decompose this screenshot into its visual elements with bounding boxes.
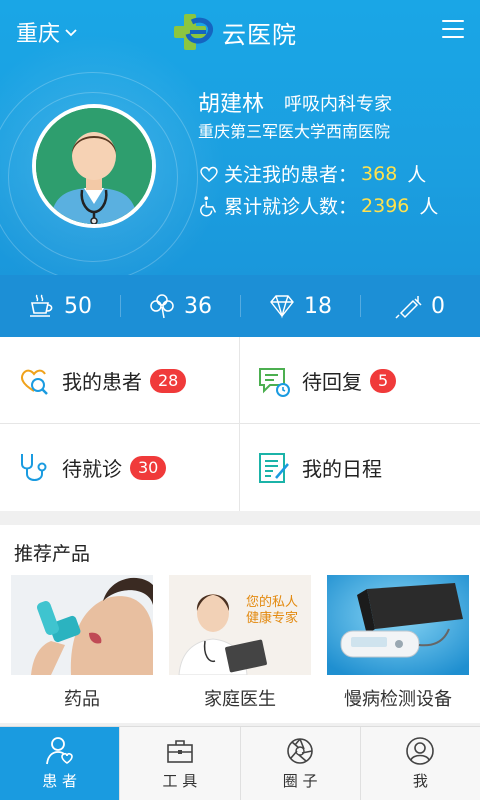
grid-divider	[0, 423, 480, 424]
followers-label: 关注我的患者：	[224, 164, 358, 186]
doctor-name: 胡建林	[198, 92, 265, 117]
device-image	[327, 575, 469, 675]
city-label: 重庆	[16, 22, 61, 47]
tab-patients[interactable]: 患 者	[0, 727, 120, 800]
my-schedule-label: 我的日程	[302, 457, 382, 481]
app-title: 云医院	[222, 20, 297, 49]
pending-reply-label: 待回复	[302, 370, 362, 394]
doctor-avatar[interactable]	[32, 104, 156, 228]
counter-value: 36	[184, 293, 212, 319]
patient-icon	[45, 737, 73, 765]
tab-label: 患 者	[42, 772, 78, 790]
pending-visit-label: 待就诊	[62, 457, 122, 481]
clover-icon	[150, 294, 174, 319]
chevron-down-icon	[65, 29, 77, 37]
visits-count: 2396	[361, 194, 410, 217]
schedule-list-icon	[259, 452, 289, 483]
visits-stat: 累计就诊人数： 2396 人	[198, 192, 438, 219]
followers-stat: 关注我的患者： 368 人	[198, 160, 426, 187]
counter-bar: 50 36 18 0	[0, 275, 480, 337]
inhaler-photo-icon	[11, 575, 153, 675]
chat-clock-icon	[259, 367, 290, 397]
toolbox-icon	[167, 740, 193, 763]
diamond-icon	[270, 295, 294, 319]
tab-circle[interactable]: 圈 子	[239, 727, 360, 800]
visits-unit: 人	[419, 196, 439, 218]
app-logo: 云医院	[172, 12, 297, 52]
doctor-illustration-icon	[36, 108, 152, 224]
doctor-hospital: 重庆第三军医大学西南医院	[198, 122, 391, 141]
product-label: 家庭医生	[204, 689, 276, 710]
counter-clover[interactable]: 36	[120, 275, 240, 337]
syringe-icon	[395, 296, 422, 319]
city-selector[interactable]: 重庆	[16, 16, 78, 48]
quick-actions-grid: 我的患者 28 待回复 5 待就诊 30 我的日程	[0, 337, 480, 511]
stethoscope-icon	[21, 453, 47, 481]
product-card-family-doctor[interactable]: 您的私人健康专家 家庭医生	[169, 575, 311, 711]
top-bar: 重庆 云医院	[0, 0, 480, 64]
tab-tools[interactable]: 工 具	[119, 727, 239, 800]
profile-header: 重庆 云医院 胡建林 呼吸内科专家 重庆第三军医大学西南医院 关注我的患者： 3…	[0, 0, 480, 275]
counter-value: 18	[304, 293, 332, 319]
counter-syringe[interactable]: 0	[360, 275, 480, 337]
product-overlay-text: 您的私人健康专家	[245, 595, 298, 626]
counter-diamond[interactable]: 18	[240, 275, 360, 337]
tab-label: 我	[412, 772, 428, 790]
patient-search-icon	[21, 369, 48, 395]
tab-label: 圈 子	[282, 772, 318, 790]
counter-value: 50	[64, 293, 92, 319]
tab-label: 工 具	[162, 772, 198, 790]
my-patients-badge: 28	[150, 368, 187, 393]
product-card-device[interactable]: 慢病检测设备	[327, 575, 469, 711]
product-card-medicine[interactable]: 药品	[11, 575, 153, 711]
user-icon	[406, 737, 435, 765]
aperture-icon	[287, 738, 313, 764]
doctor-specialty: 呼吸内科专家	[284, 94, 392, 115]
cloud-hospital-logo-icon	[174, 14, 214, 50]
medicine-image	[11, 575, 153, 675]
menu-button[interactable]	[442, 20, 464, 40]
family-doctor-image: 您的私人健康专家	[169, 575, 311, 675]
counter-tea[interactable]: 50	[0, 275, 120, 337]
grid-divider	[239, 337, 240, 511]
visits-label: 累计就诊人数：	[224, 196, 358, 218]
pending-visit-badge: 30	[130, 455, 167, 480]
my-schedule-button[interactable]: 我的日程	[240, 424, 480, 511]
followers-count: 368	[361, 162, 398, 185]
product-label: 药品	[64, 689, 100, 710]
blood-pressure-monitor-icon	[327, 575, 469, 675]
product-label: 慢病检测设备	[344, 689, 452, 710]
counter-value: 0	[431, 293, 445, 319]
recommended-products: 推荐产品 药品 您的私人健康专家 家庭医生 慢病检测设备	[0, 525, 480, 723]
pending-reply-button[interactable]: 待回复 5	[240, 337, 480, 424]
pending-reply-badge: 5	[370, 368, 397, 393]
tea-cup-icon	[30, 294, 53, 317]
tab-me[interactable]: 我	[359, 727, 480, 800]
heart-icon	[200, 166, 218, 182]
followers-unit: 人	[407, 164, 427, 186]
my-patients-button[interactable]: 我的患者 28	[0, 337, 240, 424]
my-patients-label: 我的患者	[62, 370, 142, 394]
wheelchair-icon	[200, 195, 217, 216]
pending-visit-button[interactable]: 待就诊 30	[0, 424, 240, 511]
bottom-tab-bar: 患 者 工 具 圈 子 我	[0, 726, 480, 800]
products-title: 推荐产品	[14, 543, 91, 565]
